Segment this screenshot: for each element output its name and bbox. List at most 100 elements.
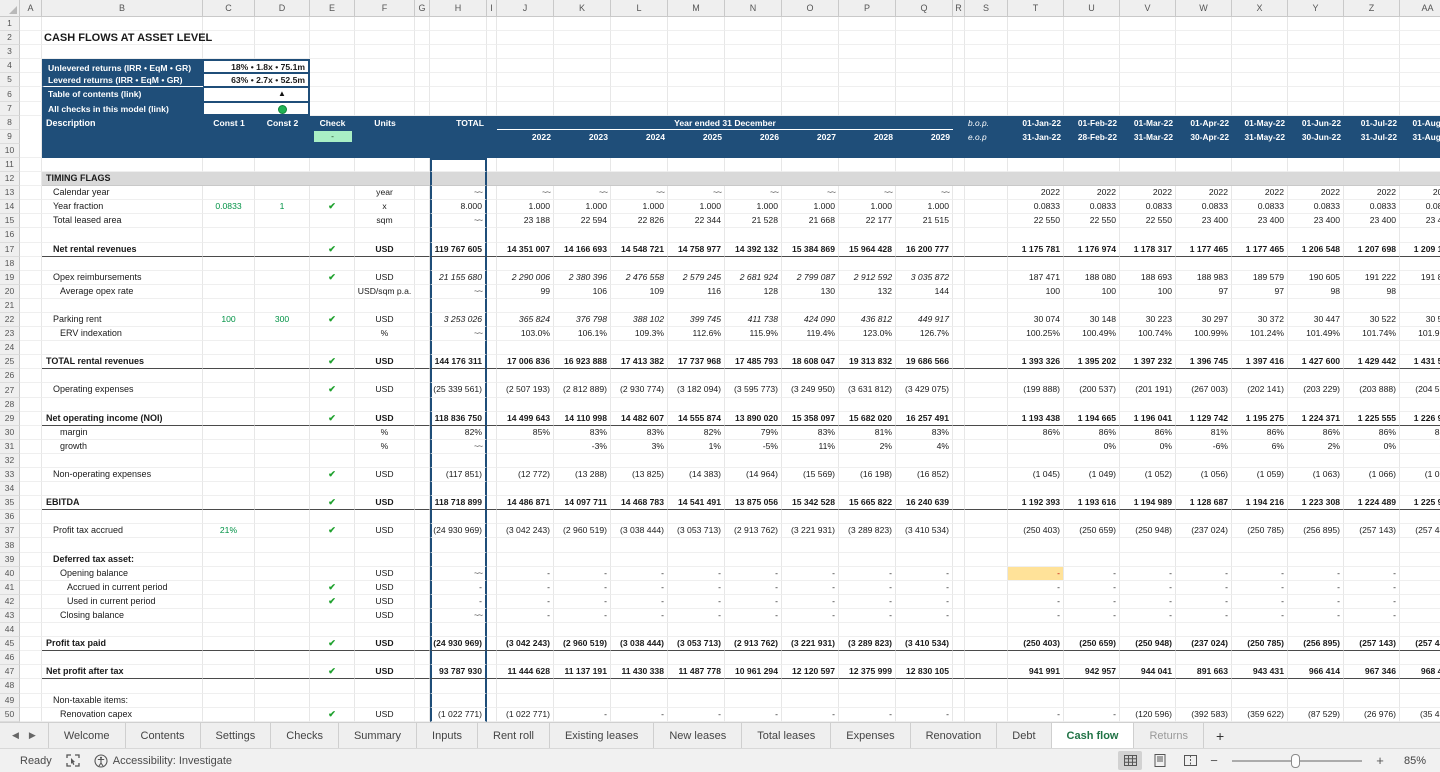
cell-AA41[interactable]: -: [1400, 581, 1440, 595]
cell-V6[interactable]: [1120, 87, 1176, 101]
cell-K1[interactable]: [554, 17, 611, 31]
cell-G16[interactable]: [415, 228, 430, 242]
cell-F44[interactable]: [355, 623, 415, 637]
col-header-L[interactable]: L: [611, 0, 668, 17]
cell-A31[interactable]: [20, 440, 42, 454]
cell-D22[interactable]: 300: [255, 313, 310, 327]
check-icon-22[interactable]: ✔: [310, 313, 355, 327]
cell-L45[interactable]: (3 038 444): [611, 637, 668, 651]
cell-E31[interactable]: [310, 440, 355, 454]
cell-A50[interactable]: [20, 708, 42, 722]
cell-P12[interactable]: [839, 172, 896, 186]
cell-G7[interactable]: [415, 102, 430, 116]
cell-A34[interactable]: [20, 482, 42, 496]
cell-R[interactable]: [953, 609, 965, 623]
cell-P21[interactable]: [839, 299, 896, 313]
tab-cash-flow[interactable]: Cash flow: [1052, 723, 1135, 748]
cell-D31[interactable]: [255, 440, 310, 454]
row-header-50[interactable]: 50: [0, 708, 20, 722]
cell-L2[interactable]: [611, 31, 668, 45]
cell-N4[interactable]: [725, 59, 782, 73]
cell-D15[interactable]: [255, 214, 310, 228]
cell-T22[interactable]: 30 074: [1008, 313, 1064, 327]
cell-D27[interactable]: [255, 383, 310, 397]
cell-T33[interactable]: (1 045): [1008, 468, 1064, 482]
cell-A18[interactable]: [20, 257, 42, 271]
cell-N33[interactable]: (14 964): [725, 468, 782, 482]
cell-G[interactable]: [415, 496, 430, 510]
cell-P29[interactable]: 15 682 020: [839, 412, 896, 426]
cell-R28[interactable]: [953, 398, 965, 412]
cell-W5[interactable]: [1176, 73, 1232, 87]
cell-L33[interactable]: (13 825): [611, 468, 668, 482]
cell-L4[interactable]: [611, 59, 668, 73]
cell-H43[interactable]: ~~: [430, 609, 487, 623]
col-header-V[interactable]: V: [1120, 0, 1176, 17]
cell-N35[interactable]: 13 875 056: [725, 496, 782, 510]
cell-V27[interactable]: (201 191): [1120, 383, 1176, 397]
cell-V30[interactable]: 86%: [1120, 426, 1176, 440]
cell-AA44[interactable]: [1400, 623, 1440, 637]
cell-O13[interactable]: ~~: [782, 186, 839, 200]
cell-H20[interactable]: ~~: [430, 285, 487, 299]
cell-R12[interactable]: [953, 172, 965, 186]
cell-I[interactable]: [487, 609, 497, 623]
cell-Y37[interactable]: (256 895): [1288, 524, 1344, 538]
row-label-39[interactable]: Deferred tax asset:: [42, 553, 203, 567]
cell-U14[interactable]: 0.0833: [1064, 200, 1120, 214]
cell-I5[interactable]: [487, 73, 497, 87]
cell-Z17[interactable]: 1 207 698: [1344, 243, 1400, 257]
cell-W49[interactable]: [1176, 694, 1232, 708]
cell-V29[interactable]: 1 196 041: [1120, 412, 1176, 426]
cell-D12[interactable]: [255, 172, 310, 186]
cell-Y22[interactable]: 30 447: [1288, 313, 1344, 327]
cell-T44[interactable]: [1008, 623, 1064, 637]
cell-Y28[interactable]: [1288, 398, 1344, 412]
cell-A24[interactable]: [20, 341, 42, 355]
cell-L13[interactable]: ~~: [611, 186, 668, 200]
cell-M44[interactable]: [668, 623, 725, 637]
cell-X14[interactable]: 0.0833: [1232, 200, 1288, 214]
cell-P26[interactable]: [839, 369, 896, 383]
units-29[interactable]: USD: [355, 412, 415, 426]
cell-U38[interactable]: [1064, 538, 1120, 552]
cell-O19[interactable]: 2 799 087: [782, 271, 839, 285]
cell-AA25[interactable]: 1 431 548: [1400, 355, 1440, 369]
cell-Z6[interactable]: [1344, 87, 1400, 101]
cell-H7[interactable]: [430, 102, 487, 116]
cell-R36[interactable]: [953, 510, 965, 524]
cell-H37[interactable]: (24 930 969): [430, 524, 487, 538]
cell-V35[interactable]: 1 194 989: [1120, 496, 1176, 510]
cell-G12[interactable]: [415, 172, 430, 186]
tab-inputs[interactable]: Inputs: [417, 723, 478, 748]
check-icon-19[interactable]: ✔: [310, 271, 355, 285]
cell-P16[interactable]: [839, 228, 896, 242]
tab-welcome[interactable]: Welcome: [48, 723, 126, 748]
col-header-G[interactable]: G: [415, 0, 430, 17]
cell-P11[interactable]: [839, 158, 896, 172]
cell-E21[interactable]: [310, 299, 355, 313]
cell-S[interactable]: [965, 581, 1008, 595]
cell-W18[interactable]: [1176, 257, 1232, 271]
cell-V38[interactable]: [1120, 538, 1176, 552]
cell-S[interactable]: [965, 637, 1008, 651]
row-header-20[interactable]: 20: [0, 285, 20, 299]
cell-M50[interactable]: -: [668, 708, 725, 722]
cell-Q5[interactable]: [896, 73, 953, 87]
cell-V1[interactable]: [1120, 17, 1176, 31]
cell-B48[interactable]: [42, 679, 203, 693]
cell-K2[interactable]: [554, 31, 611, 45]
row-header-44[interactable]: 44: [0, 623, 20, 637]
cell-G18[interactable]: [415, 257, 430, 271]
cell-K35[interactable]: 14 097 711: [554, 496, 611, 510]
row-header-18[interactable]: 18: [0, 257, 20, 271]
cell-Z32[interactable]: [1344, 454, 1400, 468]
cell-N44[interactable]: [725, 623, 782, 637]
cell-P34[interactable]: [839, 482, 896, 496]
cell-K50[interactable]: -: [554, 708, 611, 722]
cell-R[interactable]: [953, 214, 965, 228]
cell-Y35[interactable]: 1 223 308: [1288, 496, 1344, 510]
cell-L43[interactable]: -: [611, 609, 668, 623]
cell-O18[interactable]: [782, 257, 839, 271]
cell-I16[interactable]: [487, 228, 497, 242]
